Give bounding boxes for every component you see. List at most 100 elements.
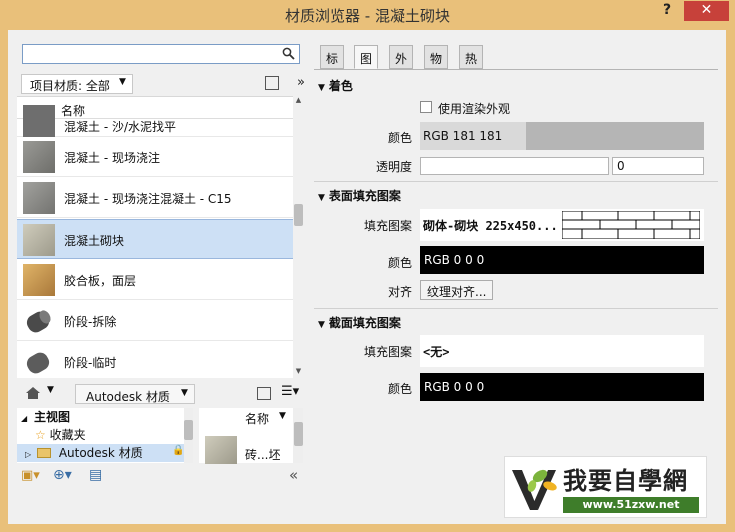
list-item[interactable]: 混凝土 - 沙/水泥找平 (17, 105, 301, 137)
surface-color-value: RGB 0 0 0 (424, 253, 485, 267)
material-name: 混凝土 - 沙/水泥找平 (64, 120, 177, 134)
home-icon[interactable] (25, 386, 41, 400)
collapse-library-icon[interactable]: « (289, 466, 298, 484)
tree-item-label: 主视图 (33, 410, 70, 424)
divider (314, 308, 718, 309)
chevron-down-icon[interactable]: ▼ (47, 385, 54, 395)
create-material-icon[interactable]: ⊕▾ (53, 467, 72, 483)
watermark-logo: 我要自學網 www.51zxw.net (504, 456, 707, 518)
tab-identity[interactable]: 标识 (320, 45, 345, 83)
tree-item-home[interactable]: ◢ 主视图 (17, 408, 191, 426)
scrollbar-thumb[interactable] (294, 422, 303, 446)
section-cut-pattern[interactable]: ▼ 截面填充图案 (318, 314, 401, 331)
shading-color-swatch[interactable]: RGB 181 181 181 (420, 122, 704, 171)
section-shading[interactable]: ▼ 着色 (318, 77, 353, 94)
list-item[interactable]: 混凝土 - 现场浇注 (17, 137, 301, 177)
close-button[interactable]: ✕ (684, 1, 729, 21)
tree-scrollbar[interactable] (184, 408, 193, 463)
material-name: 阶段-临时 (64, 356, 117, 370)
library-tree: ◢ 主视图 ☆ 收藏夹 ▷ Autodesk 材质 🔒 (17, 408, 191, 463)
list-item[interactable]: 阶段-拆除 (17, 301, 301, 341)
list-scrollbar[interactable]: ▲ ▼ (293, 96, 304, 378)
collapse-triangle-icon[interactable]: ◢ (21, 414, 27, 423)
library-material-list: 名称 ▼ 砖...坯 (199, 408, 295, 464)
transparency-input[interactable]: 0 (612, 157, 704, 175)
collapse-triangle-icon[interactable]: ▼ (318, 320, 325, 330)
list-item[interactable]: 胶合板，面层 (17, 260, 301, 300)
watermark-text: 我要自學網 (563, 467, 688, 495)
material-swatch (205, 436, 237, 464)
section-title: 表面填充图案 (328, 189, 401, 203)
material-swatch (23, 346, 55, 378)
surface-color-swatch[interactable]: RGB 0 0 0 (420, 246, 704, 274)
name-column-header[interactable]: 名称 (245, 410, 269, 427)
tab-graphics[interactable]: 图形 (354, 45, 379, 83)
texture-align-button[interactable]: 纹理对齐... (420, 280, 494, 300)
library-nav-bar: ▼ Autodesk 材质 ▼ ☰▾ (17, 382, 307, 406)
surface-align-label: 对齐 (387, 285, 412, 299)
list-item-selected[interactable]: 混凝土砌块 (17, 219, 301, 259)
scroll-down-icon[interactable]: ▼ (293, 367, 304, 378)
chevron-down-icon: ▼ (118, 77, 126, 87)
view-toggle-icon[interactable] (265, 76, 279, 90)
material-name: 胶合板，面层 (64, 274, 137, 288)
shading-color-label: 颜色 (387, 131, 412, 145)
lock-icon: 🔒 (172, 445, 185, 456)
view-toggle-icon[interactable] (257, 387, 271, 400)
use-render-appearance-label: 使用渲染外观 (438, 102, 511, 116)
material-swatch (23, 264, 55, 296)
material-swatch (23, 305, 55, 337)
asset-browser-icon[interactable]: ▤ (89, 467, 102, 483)
collapse-triangle-icon[interactable]: ▼ (318, 83, 325, 93)
expand-more-button[interactable]: » (297, 75, 305, 90)
cut-fill-pattern-field[interactable]: <无> (420, 335, 704, 367)
collapse-triangle-icon[interactable]: ▼ (318, 193, 325, 203)
tree-item-label: Autodesk 材质 (58, 446, 143, 460)
cut-fill-label: 填充图案 (363, 345, 412, 359)
material-browser-window: 材质浏览器 - 混凝土砌块 ? ✕ 项目材质: 全部 ▼ » 名称 混凝土 - … (0, 0, 735, 532)
scroll-up-icon[interactable]: ▲ (293, 96, 304, 107)
expand-triangle-icon[interactable]: ▷ (25, 450, 31, 459)
project-materials-filter[interactable]: 项目材质: 全部 ▼ (21, 74, 133, 94)
tree-item-autodesk[interactable]: ▷ Autodesk 材质 🔒 (17, 444, 191, 462)
surface-fill-pattern-field[interactable]: 砌体-砌块 225x450... (420, 209, 704, 241)
window-title: 材质浏览器 - 混凝土砌块 (285, 7, 450, 25)
name-column-header: 名称 (61, 104, 86, 118)
scrollbar-thumb[interactable] (184, 420, 193, 440)
divider (314, 181, 718, 182)
folder-icon (36, 448, 51, 458)
list-view-icon[interactable]: ☰▾ (281, 384, 299, 399)
transparency-slider[interactable] (420, 157, 609, 175)
library-breadcrumb-label: Autodesk 材质 (86, 390, 170, 404)
watermark-leaf-icon (508, 460, 562, 516)
section-title: 截面填充图案 (328, 316, 401, 330)
open-library-icon[interactable]: ▣▾ (21, 468, 40, 483)
material-list: 名称 混凝土 - 沙/水泥找平 混凝土 - 现场浇注 混凝土 - 现场浇注混凝土… (17, 96, 301, 378)
material-swatch (23, 141, 55, 173)
search-icon[interactable] (282, 47, 295, 63)
library-material-name[interactable]: 砖...坯 (245, 446, 280, 463)
list-header[interactable]: 名称 (17, 97, 301, 119)
tab-thermal[interactable]: 热度 (459, 45, 484, 83)
scrollbar-thumb[interactable] (294, 204, 303, 226)
material-swatch (23, 224, 55, 256)
shading-color-value: RGB 181 181 181 (420, 122, 526, 171)
library-breadcrumb[interactable]: Autodesk 材质 ▼ (75, 384, 195, 404)
list-item[interactable]: 混凝土 - 现场浇注混凝土 - C15 (17, 178, 301, 218)
material-name: 混凝土 - 现场浇注混凝土 - C15 (64, 192, 232, 206)
use-render-appearance-checkbox[interactable] (420, 101, 432, 113)
tree-item-favorites[interactable]: ☆ 收藏夹 (17, 426, 191, 444)
cut-color-swatch[interactable]: RGB 0 0 0 (420, 373, 704, 401)
tab-appearance[interactable]: 外观 (389, 45, 414, 83)
brick-pattern-preview (562, 211, 700, 239)
library-list-scrollbar[interactable] (293, 408, 303, 463)
section-surface-pattern[interactable]: ▼ 表面填充图案 (318, 187, 401, 204)
search-input[interactable] (22, 44, 300, 64)
surface-fill-pattern-name: 砌体-砌块 225x450... (423, 219, 558, 233)
chevron-down-icon: ▼ (180, 388, 188, 398)
help-button[interactable]: ? (657, 2, 677, 22)
chevron-down-icon[interactable]: ▼ (279, 411, 286, 421)
list-item[interactable]: 阶段-临时 (17, 342, 301, 378)
project-library-bar: 项目材质: 全部 ▼ » (17, 72, 307, 96)
tab-physical[interactable]: 物理 (424, 45, 449, 83)
